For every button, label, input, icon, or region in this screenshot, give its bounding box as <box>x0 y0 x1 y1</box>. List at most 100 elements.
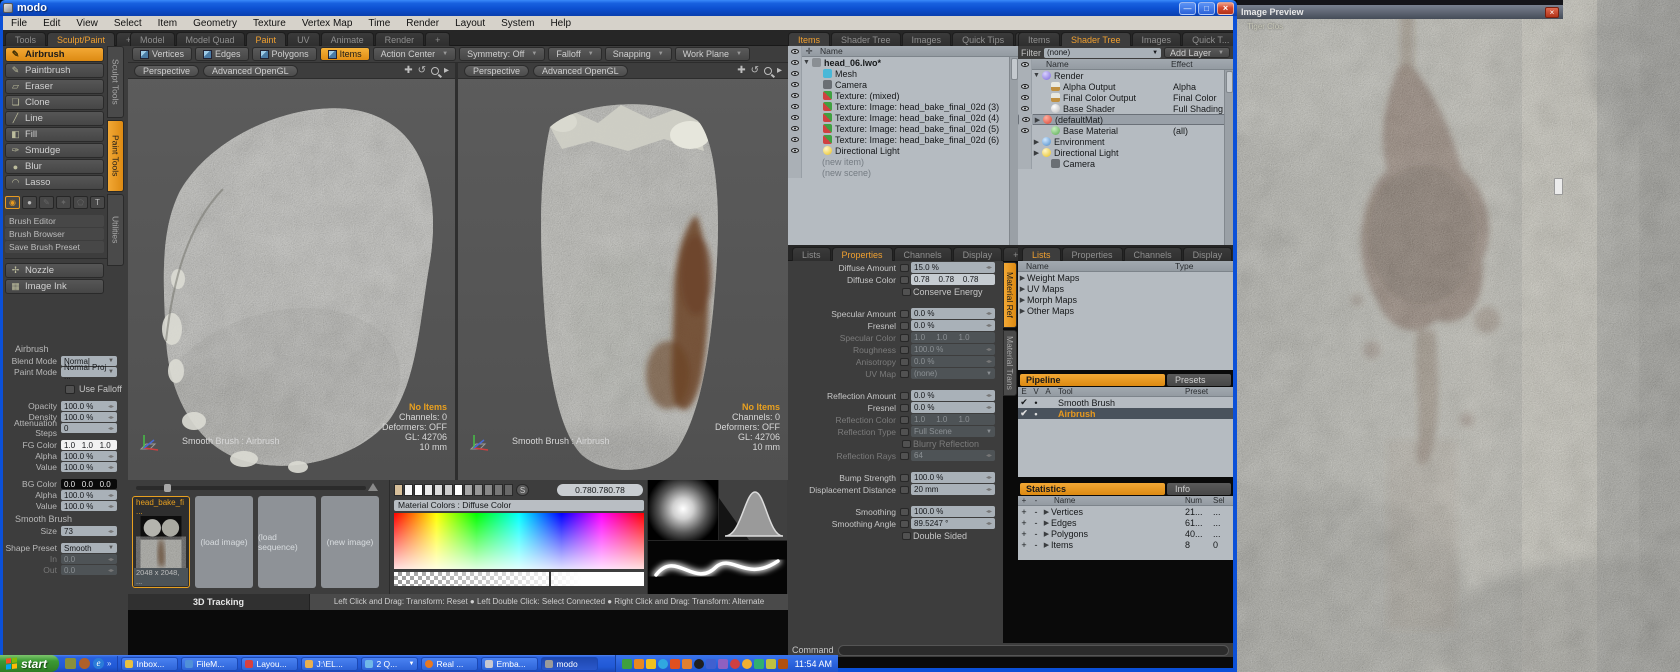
scrollbar-thumb[interactable] <box>1226 71 1233 93</box>
eye-icon[interactable] <box>1021 128 1029 133</box>
menu-time[interactable]: Time <box>360 18 398 29</box>
color-value-field[interactable]: 0.780.780.78 <box>557 484 643 496</box>
procedural-tip-button[interactable]: ✎ <box>39 196 54 209</box>
tray-icon[interactable] <box>706 659 716 669</box>
hard-brush-tip-button[interactable]: ● <box>22 196 37 209</box>
minimize-button[interactable]: — <box>1179 2 1196 15</box>
swatch[interactable] <box>394 484 403 496</box>
fg-color-field[interactable]: 1.0 1.0 1.0 <box>61 440 117 450</box>
shader-row[interactable]: ▶Directional Light <box>1018 147 1233 158</box>
eye-icon[interactable] <box>1022 117 1030 122</box>
channel-toggle[interactable] <box>900 370 909 378</box>
conserve-energy-checkbox[interactable] <box>902 288 911 296</box>
menu-help[interactable]: Help <box>542 18 579 29</box>
collapse-triangle-icon[interactable]: ▶ <box>1042 519 1051 527</box>
taskbar-task-modo[interactable]: modo <box>541 657 598 671</box>
airbrush-tool-button[interactable]: ✎Airbrush <box>5 47 104 62</box>
menu-edit[interactable]: Edit <box>35 18 68 29</box>
taskbar-task-layout[interactable]: Layou... <box>241 657 298 671</box>
paint-mode-select[interactable]: Normal Proj ...▼ <box>61 367 117 377</box>
tray-icon[interactable] <box>778 659 788 669</box>
tab-display-2[interactable]: Display <box>1183 247 1233 261</box>
star-tip-button[interactable]: ✦ <box>56 196 71 209</box>
visible-dot-icon[interactable]: • <box>1030 409 1042 419</box>
polygons-mode-button[interactable]: Polygons <box>252 47 317 61</box>
statistics-row[interactable]: +-▶Edges61...... <box>1018 517 1233 528</box>
bg-alpha-field[interactable]: 100.0 % <box>61 490 117 500</box>
item-row[interactable]: Texture: Image: head_bake_final_02d (3) <box>788 101 1018 112</box>
color-gradient-picker[interactable] <box>394 513 644 569</box>
bump-strength-field[interactable]: 100.0 % <box>911 472 995 483</box>
menu-vertex-map[interactable]: Vertex Map <box>294 18 361 29</box>
tab-utilities[interactable]: Utilities <box>107 194 124 266</box>
collapse-triangle-icon[interactable]: ▶ <box>1032 149 1041 157</box>
menu-item[interactable]: Item <box>150 18 185 29</box>
add-button[interactable]: + <box>1018 507 1030 517</box>
tab-shader-tree[interactable]: Shader Tree <box>831 32 901 46</box>
taskbar-task-folder[interactable]: J:\EL... <box>301 657 358 671</box>
quick-launch-more-icon[interactable]: » <box>107 659 111 668</box>
swatch[interactable] <box>494 484 503 496</box>
shader-scrollbar[interactable] <box>1224 70 1233 245</box>
menu-system[interactable]: System <box>493 18 542 29</box>
reflection-color-field[interactable]: 1.0 1.0 1.0 <box>911 414 995 425</box>
shader-row[interactable]: Base Material(all) <box>1018 125 1233 136</box>
tab-paint-tools[interactable]: Paint Tools <box>107 120 124 192</box>
rotate-icon[interactable]: ↺ <box>418 65 426 76</box>
tab-quick-tips-2[interactable]: Quick T... <box>1182 32 1239 46</box>
projection-button[interactable]: Perspective <box>134 65 199 77</box>
collapse-triangle-icon[interactable]: ▶ <box>1042 530 1051 538</box>
tab-paint[interactable]: Paint <box>246 32 287 46</box>
size-field[interactable]: 73 <box>61 526 117 536</box>
tray-icon[interactable] <box>754 659 764 669</box>
blur-tool-button[interactable]: ●Blur <box>5 159 104 174</box>
load-sequence-cell[interactable]: (load sequence) <box>258 496 316 588</box>
tab-display[interactable]: Display <box>953 247 1003 261</box>
channel-toggle[interactable] <box>900 486 909 494</box>
collapse-triangle-icon[interactable]: ▶ <box>1018 296 1027 304</box>
viewport-menu-arrow-icon[interactable]: ▸ <box>444 65 449 76</box>
soft-brush-tip-button[interactable]: ◉ <box>5 196 20 209</box>
reflection-fresnel-field[interactable]: 0.0 % <box>911 402 995 413</box>
double-sided-checkbox[interactable] <box>902 532 911 540</box>
zoom-icon[interactable] <box>764 67 772 75</box>
tray-icon[interactable] <box>622 659 632 669</box>
taskbar-task-filemaker[interactable]: FileM... <box>181 657 238 671</box>
remove-button[interactable]: - <box>1030 540 1042 550</box>
eye-icon[interactable] <box>791 71 799 76</box>
channel-toggle[interactable] <box>900 428 909 436</box>
collapse-triangle-icon[interactable]: ▶ <box>1032 138 1041 146</box>
statistics-header[interactable]: Statistics <box>1020 483 1165 495</box>
filter-select[interactable]: (none)▼ <box>1044 48 1161 58</box>
modo-window-titlebar[interactable]: modo — □ × <box>0 0 1237 16</box>
item-row[interactable]: Texture: Image: head_bake_final_02d (6) <box>788 134 1018 145</box>
renderer-button[interactable]: Advanced OpenGL <box>533 65 628 77</box>
viewport-left[interactable]: Perspective Advanced OpenGL ✚ ↺ ▸ Smooth… <box>128 63 455 480</box>
channel-toggle[interactable] <box>900 276 909 284</box>
channel-toggle[interactable] <box>900 452 909 460</box>
tab-channels[interactable]: Channels <box>894 247 952 261</box>
swatch[interactable] <box>404 484 413 496</box>
clone-tool-button[interactable]: ❏Clone <box>5 95 104 110</box>
start-button[interactable]: start <box>0 655 59 672</box>
item-row[interactable]: Directional Light <box>788 145 1018 156</box>
preview-scrollbar-thumb[interactable] <box>1554 178 1563 195</box>
tray-icon[interactable] <box>694 659 704 669</box>
diffuse-color-field[interactable]: 0.78 0.78 0.78 <box>911 274 995 285</box>
vertices-mode-button[interactable]: Vertices <box>132 47 192 61</box>
bg-color-field[interactable]: 0.0 0.0 0.0 <box>61 479 117 489</box>
menu-render[interactable]: Render <box>398 18 447 29</box>
swatch[interactable] <box>444 484 453 496</box>
pipeline-row-selected[interactable]: ✔ • Airbrush <box>1018 408 1233 419</box>
swatch[interactable] <box>504 484 513 496</box>
tab-images[interactable]: Images <box>902 32 952 46</box>
tray-icon[interactable] <box>634 659 644 669</box>
eye-icon[interactable] <box>791 148 799 153</box>
swatch[interactable] <box>414 484 423 496</box>
reflection-amount-field[interactable]: 0.0 % <box>911 390 995 401</box>
blurry-reflection-checkbox[interactable] <box>902 440 911 448</box>
swatch[interactable] <box>474 484 483 496</box>
items-mode-button[interactable]: Items <box>320 47 370 61</box>
image-thumbnail-selected[interactable]: head_bake_fi ... 2048 x 2048, ... <box>132 496 190 588</box>
tab-items[interactable]: Items <box>788 32 830 46</box>
